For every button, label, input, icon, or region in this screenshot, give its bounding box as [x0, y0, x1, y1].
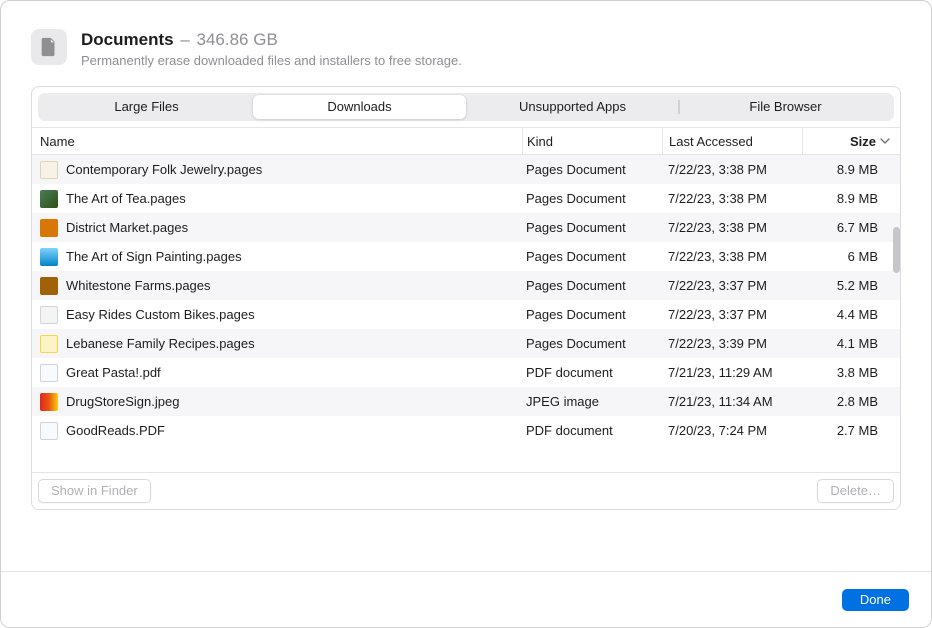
file-kind: Pages Document: [522, 307, 662, 322]
file-name: GoodReads.PDF: [66, 423, 522, 438]
table-row[interactable]: Contemporary Folk Jewelry.pages Pages Do…: [32, 155, 900, 184]
file-size: 5.2 MB: [802, 278, 900, 293]
file-kind: Pages Document: [522, 220, 662, 235]
window-footer: Done: [1, 571, 931, 627]
col-header-size[interactable]: Size: [802, 128, 900, 154]
file-size: 3.8 MB: [802, 365, 900, 380]
file-kind: PDF document: [522, 365, 662, 380]
show-in-finder-button[interactable]: Show in Finder: [38, 479, 151, 503]
tab-downloads[interactable]: Downloads: [253, 95, 466, 119]
file-accessed: 7/20/23, 7:24 PM: [662, 423, 802, 438]
file-icon: [32, 364, 66, 382]
file-accessed: 7/22/23, 3:38 PM: [662, 162, 802, 177]
file-icon: [32, 306, 66, 324]
header-text: Documents – 346.86 GB Permanently erase …: [81, 29, 901, 68]
tab-file-browser[interactable]: File Browser: [679, 95, 892, 119]
documents-icon: [31, 29, 67, 65]
title: Documents: [81, 30, 174, 49]
file-size: 4.1 MB: [802, 336, 900, 351]
content-panel: Large Files Downloads Unsupported Apps F…: [31, 86, 901, 510]
file-size: 6.7 MB: [802, 220, 900, 235]
file-icon: [32, 277, 66, 295]
segmented-bar: Large Files Downloads Unsupported Apps F…: [32, 87, 900, 127]
table-row[interactable]: GoodReads.PDF PDF document 7/20/23, 7:24…: [32, 416, 900, 445]
file-accessed: 7/22/23, 3:38 PM: [662, 191, 802, 206]
column-headers: Name Kind Last Accessed Size: [32, 127, 900, 155]
file-accessed: 7/22/23, 3:38 PM: [662, 249, 802, 264]
file-icon: [32, 248, 66, 266]
file-size: 4.4 MB: [802, 307, 900, 322]
file-accessed: 7/22/23, 3:38 PM: [662, 220, 802, 235]
file-kind: PDF document: [522, 423, 662, 438]
file-accessed: 7/22/23, 3:37 PM: [662, 307, 802, 322]
sort-indicator-icon: [880, 134, 890, 149]
file-icon: [32, 190, 66, 208]
file-size: 8.9 MB: [802, 162, 900, 177]
file-icon: [32, 219, 66, 237]
col-header-size-label: Size: [850, 134, 876, 149]
file-icon: [32, 393, 66, 411]
file-name: Whitestone Farms.pages: [66, 278, 522, 293]
file-name: Contemporary Folk Jewelry.pages: [66, 162, 522, 177]
file-icon: [32, 422, 66, 440]
title-separator: –: [178, 30, 191, 49]
file-name: The Art of Sign Painting.pages: [66, 249, 522, 264]
file-kind: Pages Document: [522, 162, 662, 177]
table-row[interactable]: Whitestone Farms.pages Pages Document 7/…: [32, 271, 900, 300]
file-icon: [32, 161, 66, 179]
file-accessed: 7/21/23, 11:29 AM: [662, 365, 802, 380]
file-name: DrugStoreSign.jpeg: [66, 394, 522, 409]
done-button[interactable]: Done: [842, 589, 909, 611]
file-size: 8.9 MB: [802, 191, 900, 206]
file-size: 2.8 MB: [802, 394, 900, 409]
col-header-last-accessed[interactable]: Last Accessed: [662, 128, 802, 154]
storage-documents-window: Documents – 346.86 GB Permanently erase …: [0, 0, 932, 628]
table-row[interactable]: Lebanese Family Recipes.pages Pages Docu…: [32, 329, 900, 358]
file-size: 2.7 MB: [802, 423, 900, 438]
file-rows: Contemporary Folk Jewelry.pages Pages Do…: [32, 155, 900, 472]
title-line: Documents – 346.86 GB: [81, 29, 901, 51]
file-accessed: 7/22/23, 3:37 PM: [662, 278, 802, 293]
file-kind: JPEG image: [522, 394, 662, 409]
delete-button[interactable]: Delete…: [817, 479, 894, 503]
table-row[interactable]: The Art of Sign Painting.pages Pages Doc…: [32, 242, 900, 271]
subtitle: Permanently erase downloaded files and i…: [81, 53, 901, 68]
scrollbar-thumb[interactable]: [893, 227, 900, 273]
header: Documents – 346.86 GB Permanently erase …: [1, 1, 931, 86]
file-accessed: 7/22/23, 3:39 PM: [662, 336, 802, 351]
file-kind: Pages Document: [522, 278, 662, 293]
file-kind: Pages Document: [522, 249, 662, 264]
file-size: 6 MB: [802, 249, 900, 264]
file-kind: Pages Document: [522, 336, 662, 351]
col-header-name[interactable]: Name: [32, 134, 522, 149]
segmented-control: Large Files Downloads Unsupported Apps F…: [38, 93, 894, 121]
tab-large-files[interactable]: Large Files: [40, 95, 253, 119]
table-row[interactable]: The Art of Tea.pages Pages Document 7/22…: [32, 184, 900, 213]
tab-unsupported-apps[interactable]: Unsupported Apps: [466, 95, 679, 119]
table-row[interactable]: District Market.pages Pages Document 7/2…: [32, 213, 900, 242]
file-name: Easy Rides Custom Bikes.pages: [66, 307, 522, 322]
file-name: Great Pasta!.pdf: [66, 365, 522, 380]
table-row[interactable]: DrugStoreSign.jpeg JPEG image 7/21/23, 1…: [32, 387, 900, 416]
file-name: Lebanese Family Recipes.pages: [66, 336, 522, 351]
file-accessed: 7/21/23, 11:34 AM: [662, 394, 802, 409]
file-name: District Market.pages: [66, 220, 522, 235]
title-size: 346.86 GB: [197, 30, 278, 49]
file-kind: Pages Document: [522, 191, 662, 206]
file-name: The Art of Tea.pages: [66, 191, 522, 206]
table-row[interactable]: Easy Rides Custom Bikes.pages Pages Docu…: [32, 300, 900, 329]
col-header-kind[interactable]: Kind: [522, 128, 662, 154]
panel-footer: Show in Finder Delete…: [32, 472, 900, 509]
table-row[interactable]: Great Pasta!.pdf PDF document 7/21/23, 1…: [32, 358, 900, 387]
file-icon: [32, 335, 66, 353]
